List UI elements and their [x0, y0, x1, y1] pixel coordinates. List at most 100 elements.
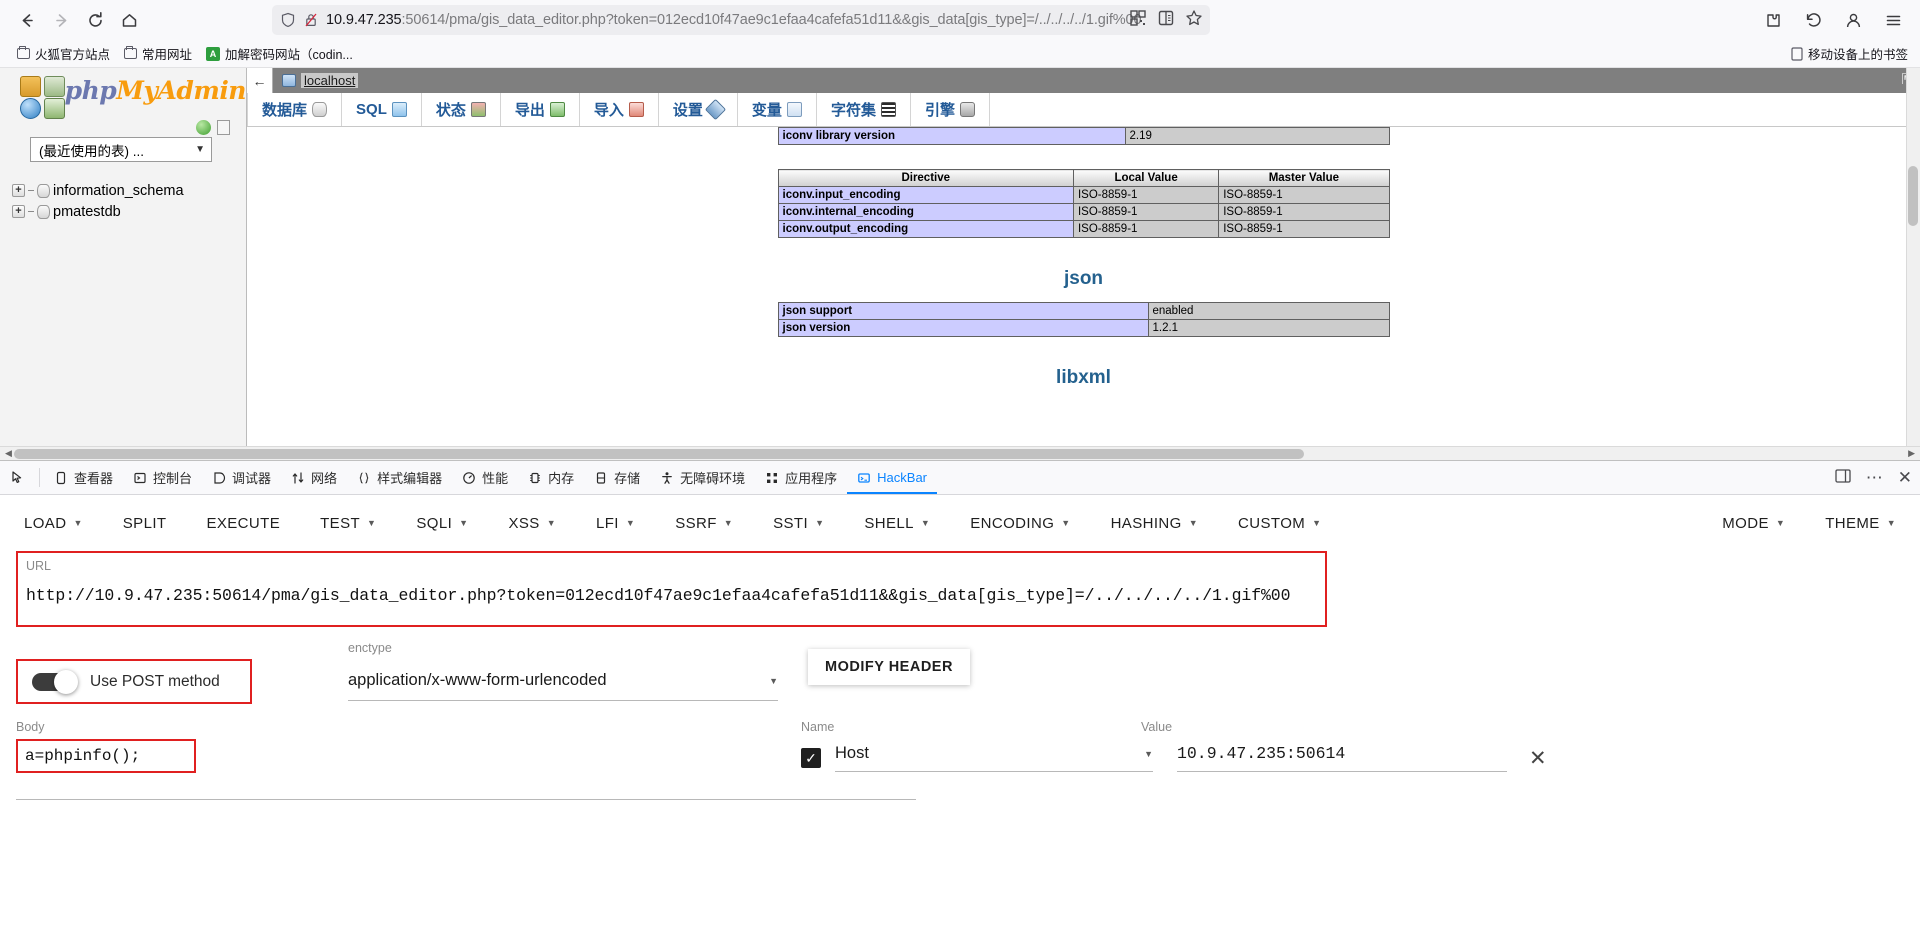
tab-export[interactable]: 导出 — [501, 93, 580, 126]
hackbar-menu-lfi[interactable]: LFI ▼ — [596, 515, 657, 532]
db-name[interactable]: pmatestdb — [53, 204, 121, 220]
address-bar[interactable]: 10.9.47.235:50614/pma/gis_data_editor.ph… — [272, 5, 1210, 35]
recent-tables-select[interactable]: (最近使用的表) ... ▼ — [30, 137, 212, 162]
tab-databases[interactable]: 数据库 — [247, 93, 343, 126]
account-icon[interactable] — [1836, 3, 1870, 37]
tab-sql[interactable]: SQL — [342, 93, 422, 126]
tab-inspector[interactable]: 查看器 — [44, 461, 123, 494]
tab-memory[interactable]: 内存 — [518, 461, 584, 494]
folder-icon — [124, 45, 138, 59]
menu-icon[interactable] — [1876, 3, 1910, 37]
pma-reload-row — [0, 120, 246, 137]
hackbar-menu-mode[interactable]: MODE ▼ — [1722, 515, 1785, 532]
extensions-icon[interactable] — [1756, 3, 1790, 37]
hackbar-menu-ssti[interactable]: SSTI ▼ — [773, 515, 846, 532]
hackbar-menu-hashing[interactable]: HASHING ▼ — [1111, 515, 1220, 532]
expand-plus-icon[interactable]: + — [12, 184, 25, 197]
help-icon[interactable] — [20, 98, 41, 119]
server-name[interactable]: localhost — [301, 73, 359, 88]
tab-engine[interactable]: 引擎 — [911, 93, 990, 126]
hackbar-menu-custom[interactable]: CUSTOM ▼ — [1238, 515, 1343, 532]
table-row: json version 1.2.1 — [777, 319, 1390, 337]
bookmark-item[interactable]: 火狐官方站点 — [10, 42, 117, 65]
remove-header-icon[interactable]: ✕ — [1529, 746, 1547, 771]
url-field-value[interactable]: http://10.9.47.235:50614/pma/gis_data_ed… — [26, 586, 1317, 605]
expand-plus-icon[interactable]: + — [12, 205, 25, 218]
tab-accessibility[interactable]: 无障碍环境 — [650, 461, 755, 494]
header-name-input[interactable]: Host ▼ — [835, 744, 1153, 772]
tab-console[interactable]: 控制台 — [123, 461, 202, 494]
toggle-track[interactable] — [32, 669, 78, 694]
home-door-icon[interactable] — [20, 76, 41, 97]
dock-layout-icon[interactable] — [1834, 467, 1852, 490]
sql-export-icon[interactable] — [44, 98, 65, 119]
refresh-icon[interactable] — [196, 120, 211, 135]
storage-icon — [597, 471, 606, 484]
home-button[interactable] — [112, 3, 146, 37]
tab-hackbar[interactable]: HackBar — [847, 461, 937, 494]
pma-wordmark: phpMyAdmin — [65, 76, 247, 106]
tab-import[interactable]: 导入 — [580, 93, 659, 126]
hackbar-menu-sqli[interactable]: SQLI ▼ — [416, 515, 490, 532]
tab-status[interactable]: 状态 — [422, 93, 501, 126]
header-enabled-checkbox[interactable]: ✓ — [801, 748, 821, 768]
hackbar-menu-execute[interactable]: EXECUTE — [206, 515, 302, 532]
scroll-right-arrow[interactable]: ▶ — [1905, 448, 1918, 459]
hackbar-menu-theme[interactable]: THEME ▼ — [1825, 515, 1896, 532]
tab-storage[interactable]: 存储 — [584, 461, 650, 494]
hackbar-menu-load[interactable]: LOAD ▼ — [24, 515, 105, 532]
qrcode-icon[interactable] — [1128, 8, 1148, 33]
hackbar-menu-shell[interactable]: SHELL ▼ — [864, 515, 952, 532]
scrollbar-thumb[interactable] — [1908, 166, 1918, 226]
toggle-knob[interactable] — [54, 669, 78, 694]
devtools-close-icon[interactable]: ✕ — [1898, 468, 1912, 488]
tab-performance[interactable]: 性能 — [452, 461, 518, 494]
hackbar-menu-xss[interactable]: XSS ▼ — [508, 515, 578, 532]
db-name[interactable]: information_schema — [53, 183, 184, 199]
enctype-value: application/x-www-form-urlencoded — [348, 671, 607, 689]
chevron-down-icon: ▼ — [1188, 518, 1199, 528]
tab-debugger[interactable]: 调试器 — [202, 461, 281, 494]
header-value-input[interactable]: 10.9.47.235:50614 — [1177, 744, 1507, 772]
mobile-bookmarks[interactable]: 移动设备上的书签 — [1791, 44, 1908, 63]
reader-view-icon[interactable] — [1156, 8, 1176, 33]
reload-button[interactable] — [78, 3, 112, 37]
hackbar-menu-test[interactable]: TEST ▼ — [320, 515, 398, 532]
enctype-select[interactable]: application/x-www-form-urlencoded ▼ — [348, 661, 778, 701]
tab-settings[interactable]: 设置 — [659, 93, 738, 126]
server-icon — [282, 74, 296, 87]
page-horizontal-scrollbar[interactable]: ◀ ▶ — [0, 446, 1920, 460]
iconv-version-name: iconv library version — [777, 127, 1126, 145]
scrollbar-thumb[interactable] — [14, 448, 1304, 459]
devtools-more-icon[interactable]: ⋯ — [1866, 468, 1884, 488]
hackbar-url-field[interactable]: URL http://10.9.47.235:50614/pma/gis_dat… — [16, 551, 1327, 627]
hackbar-menu-ssrf[interactable]: SSRF ▼ — [675, 515, 755, 532]
hackbar-menu-encoding[interactable]: ENCODING ▼ — [970, 515, 1092, 532]
forward-button[interactable] — [44, 3, 78, 37]
bookmark-item[interactable]: 常用网址 — [117, 42, 199, 65]
modify-header-button[interactable]: MODIFY HEADER — [808, 649, 970, 685]
toggle-panel-icon[interactable] — [217, 120, 230, 135]
db-tree-item[interactable]: + information_schema — [12, 180, 246, 201]
pma-back-button[interactable]: ← — [247, 68, 273, 93]
hackbar-menu-split[interactable]: SPLIT — [123, 515, 189, 532]
picker-tool[interactable] — [0, 461, 35, 494]
body-value[interactable]: a=phpinfo(); — [16, 739, 196, 773]
header-name-value: Host — [835, 744, 869, 762]
bookmark-item[interactable]: A 加解密码网站（codin... — [199, 42, 360, 65]
tab-style-editor[interactable]: 样式编辑器 — [347, 461, 452, 494]
pma-home-icon[interactable] — [44, 76, 65, 97]
cell-local: ISO-8859-1 — [1072, 186, 1220, 204]
page-vertical-scrollbar[interactable] — [1906, 68, 1920, 460]
tab-application[interactable]: 应用程序 — [755, 461, 847, 494]
db-tree-item[interactable]: + pmatestdb — [12, 201, 246, 222]
cell-directive: iconv.internal_encoding — [777, 203, 1074, 221]
tab-variables[interactable]: 变量 — [738, 93, 817, 126]
tab-network[interactable]: 网络 — [281, 461, 347, 494]
back-button[interactable] — [10, 3, 44, 37]
tab-charset[interactable]: 字符集 — [817, 93, 911, 126]
bookmark-star-icon[interactable] — [1184, 8, 1204, 33]
scroll-left-arrow[interactable]: ◀ — [2, 448, 15, 459]
use-post-method-toggle[interactable]: Use POST method — [16, 659, 252, 704]
undo-close-tab-icon[interactable] — [1796, 3, 1830, 37]
